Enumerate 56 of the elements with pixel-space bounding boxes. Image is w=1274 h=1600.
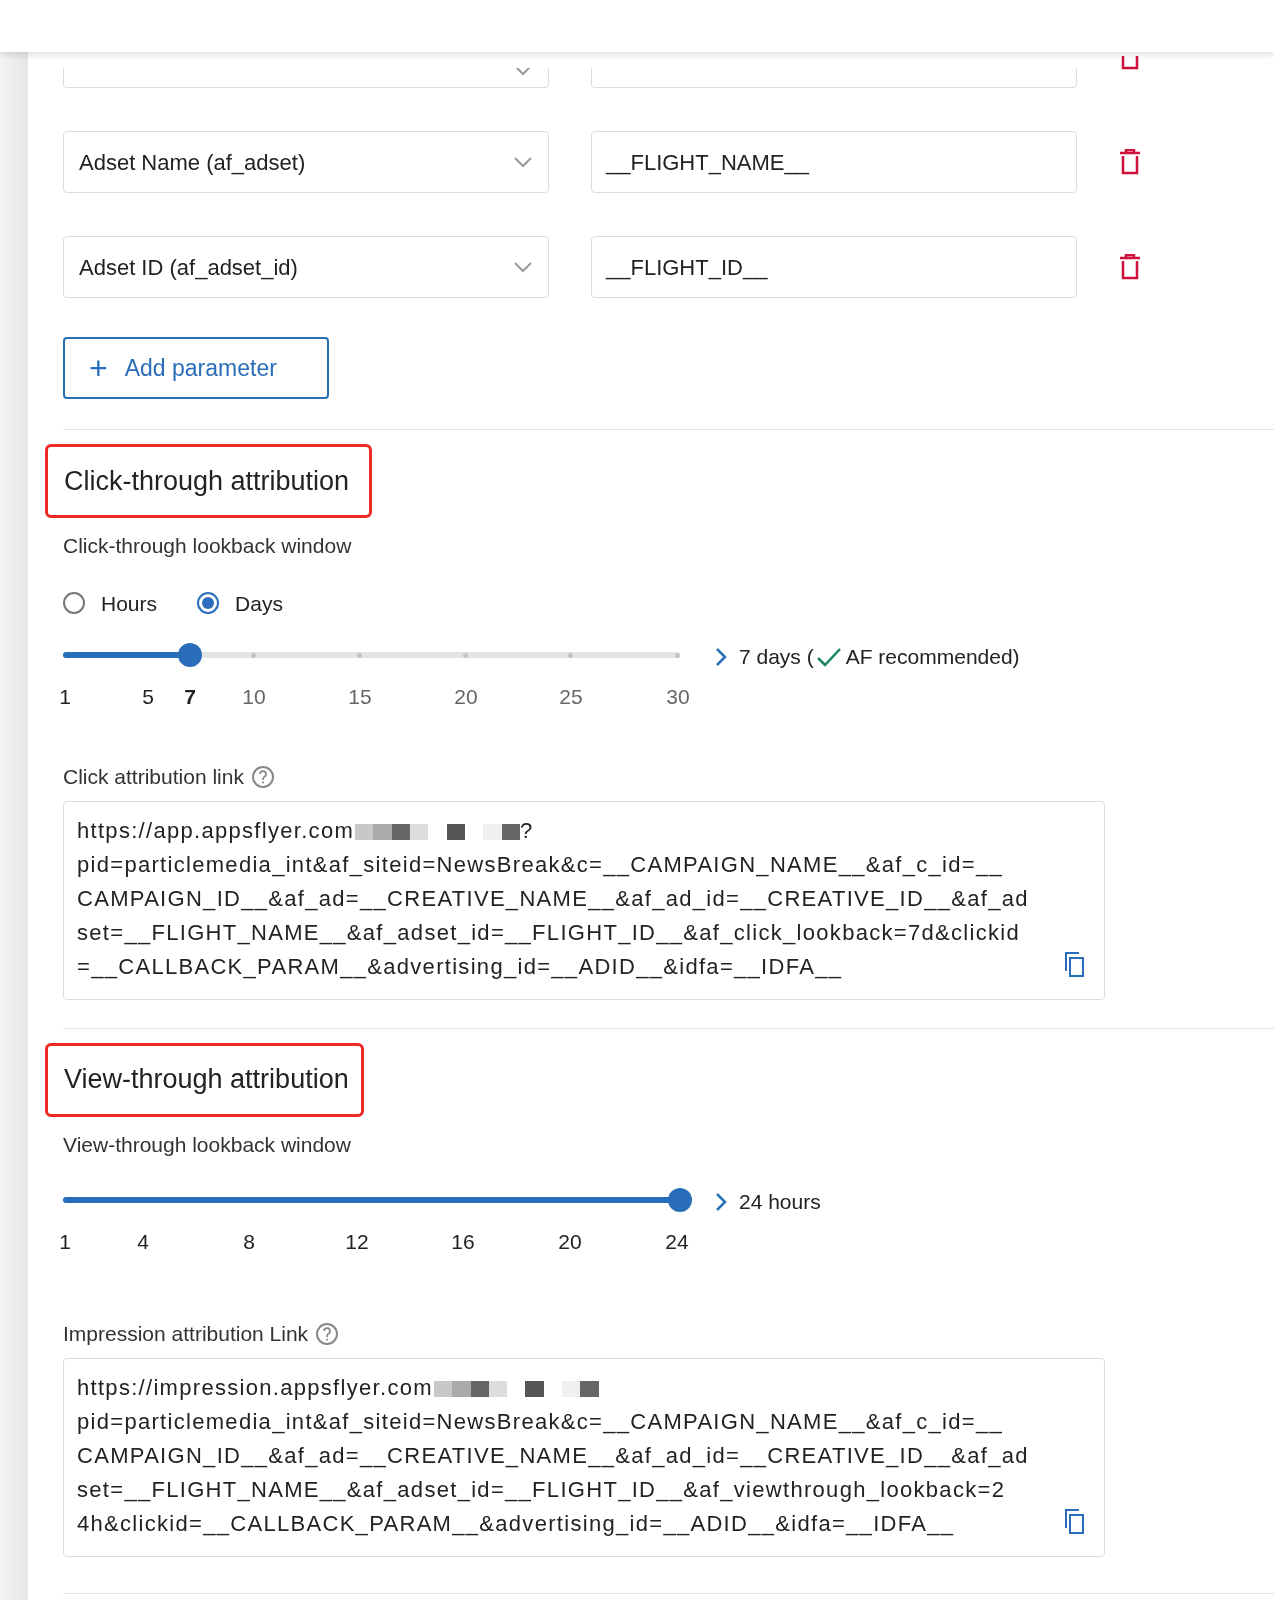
slider-value: 24 hours (739, 1189, 821, 1215)
slider-label: Click-through lookback window (63, 533, 353, 559)
delete-button[interactable] (1117, 252, 1143, 282)
slider-thumb[interactable] (668, 1188, 692, 1212)
slider-value: 7 days ( (739, 644, 814, 670)
recommended-note: AF recommended) (845, 644, 1020, 670)
tick-label: 30 (666, 684, 690, 710)
tick-label: 20 (454, 684, 478, 710)
tick-label: 7 (184, 684, 196, 710)
chevron-down-icon (513, 156, 533, 168)
add-parameter-button[interactable]: + Add parameter (63, 337, 329, 399)
copy-icon (1064, 1507, 1086, 1534)
parameter-name: Adset ID (af_adset_id) (79, 253, 298, 282)
value-field[interactable]: __FLIGHT_NAME__ (591, 131, 1077, 193)
field-label: Click attribution link (63, 764, 244, 790)
help-icon[interactable] (251, 765, 274, 788)
tick-label: 1 (59, 684, 71, 710)
radio-option[interactable]: Days (197, 587, 283, 619)
tick-label: 8 (243, 1229, 255, 1255)
chevron-down-icon (513, 68, 533, 76)
value-field[interactable] (591, 68, 1077, 88)
tick-label: 20 (558, 1229, 582, 1255)
parameter-dropdown[interactable]: Adset Name (af_adset) (63, 131, 549, 193)
question-mark-icon (257, 769, 268, 784)
tick-label: 25 (559, 684, 583, 710)
tick-label: 15 (348, 684, 372, 710)
parameter-dropdown[interactable]: Adset ID (af_adset_id) (63, 236, 549, 298)
question-mark-icon (322, 1326, 333, 1341)
tick-label: 10 (242, 684, 266, 710)
radio-option[interactable]: Hours (63, 587, 158, 619)
tick-label: 4 (137, 1229, 149, 1255)
slider-thumb[interactable] (178, 643, 203, 667)
tick-label: 1 (59, 1229, 71, 1255)
section-heading: View-through attribution (64, 1063, 349, 1097)
copy-icon (1064, 950, 1086, 977)
copy-button[interactable] (1064, 1507, 1086, 1534)
tick-label: 5 (142, 684, 154, 710)
attribution-link-text: https://impression.appsflyer.com pid=particlemedia_int&af_siteid=NewsBreak&c=__CAMPAIGN_NAME__&af_c_id=__ CAMPAIGN_ID__&af_ad=__CREATIVE_NAME__&af_ad_id=__CREATIVE_ID__&af_ad set=__FLIGHT_NAME__&af_adset_id=__FLIGHT_ID__&af_viewthrough_lookback=2 4h&clickid=__CALLBACK_PARAM__&advertising_id=__ADID__&idfa=__IDFA__ (77, 1373, 1029, 1538)
delete-button[interactable] (1117, 147, 1143, 177)
slider-label: View-through lookback window (63, 1131, 352, 1158)
tick-label: 12 (345, 1229, 369, 1255)
chevron-right-icon (715, 646, 727, 667)
section-heading: Click-through attribution (64, 464, 350, 498)
field-label: Impression attribution Link (63, 1321, 309, 1347)
parameter-name: Adset Name (af_adset) (79, 148, 306, 177)
chevron-right-icon (715, 1191, 727, 1212)
tick-label: 16 (451, 1229, 475, 1255)
help-icon[interactable] (316, 1322, 339, 1345)
chevron-down-icon (513, 261, 533, 273)
trash-icon (1119, 254, 1141, 280)
attribution-link-text: https://app.appsflyer.com ? pid=particlemedia_int&af_siteid=NewsBreak&c=__CAMPAIGN_NAME__&af_c_id=__ CAMPAIGN_ID__&af_ad=__CREATIVE_NAME__&af_ad_id=__CREATIVE_ID__&af_ad set=__FLIGHT_NAME__&af_adset_id=__FLIGHT_ID__&af_click_lookback=7d&clickid =__CALLBACK_PARAM__&advertising_id=__ADID__&idfa=__IDFA__ (77, 816, 1029, 981)
copy-button[interactable] (1064, 950, 1086, 977)
trash-icon (1119, 149, 1141, 175)
trash-icon (1119, 56, 1141, 70)
value-field[interactable]: __FLIGHT_ID__ (591, 236, 1077, 298)
tick-label: 24 (665, 1229, 689, 1255)
